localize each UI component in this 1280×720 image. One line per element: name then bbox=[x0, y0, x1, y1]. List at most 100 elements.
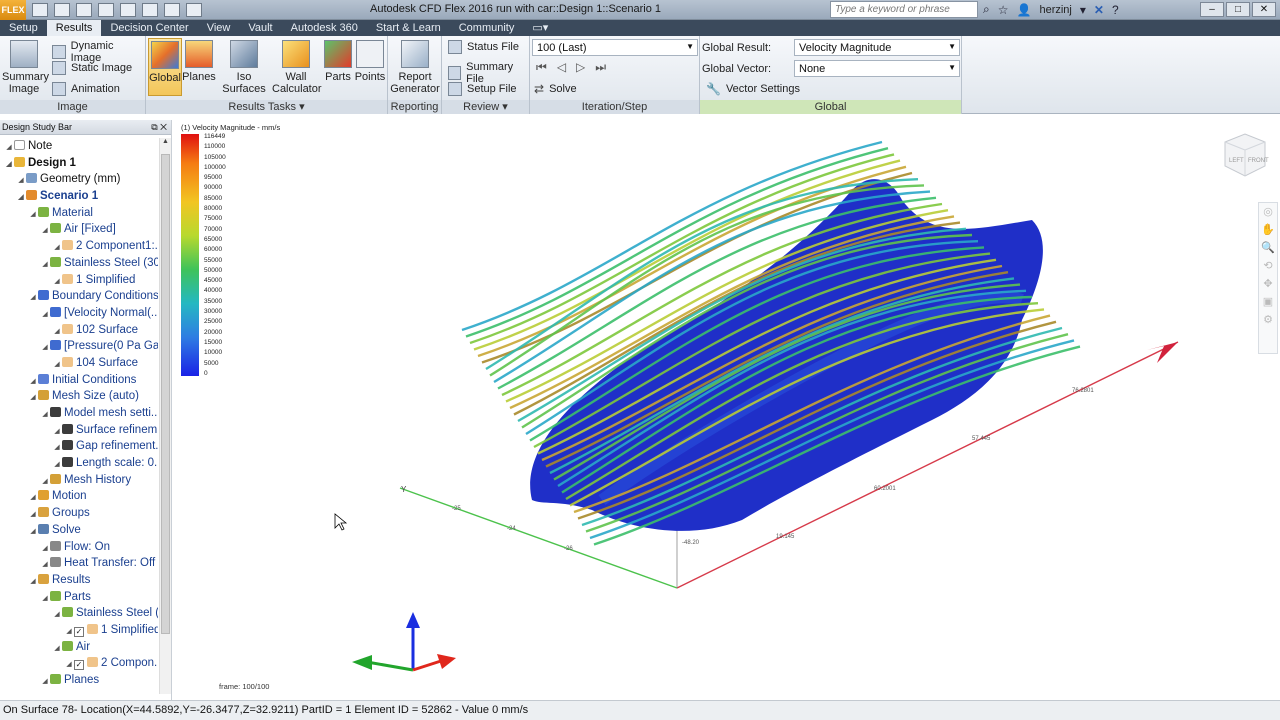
global-result-select[interactable]: Velocity Magnitude ▼ bbox=[794, 39, 960, 56]
settings-icon[interactable] bbox=[186, 3, 202, 17]
tab-results[interactable]: Results bbox=[46, 20, 102, 36]
star-icon[interactable]: ☆ bbox=[998, 3, 1009, 17]
pin-icon[interactable]: ⧉ bbox=[151, 122, 157, 132]
maximize-icon[interactable]: □ bbox=[1226, 2, 1250, 17]
save-icon[interactable] bbox=[76, 3, 92, 17]
tab-view[interactable]: View bbox=[198, 20, 240, 36]
tree-node[interactable]: ◢ Surface refinem... bbox=[0, 422, 158, 439]
scroll-thumb[interactable] bbox=[161, 154, 170, 634]
tree-node[interactable]: ◢ Heat Transfer: Off bbox=[0, 555, 158, 572]
tree-node[interactable]: ◢ Scenario 1 bbox=[0, 188, 158, 205]
save-as-icon[interactable] bbox=[98, 3, 114, 17]
tree-node[interactable]: ◢ Flow: On bbox=[0, 539, 158, 556]
iteration-step-select[interactable]: 100 (Last) ▼ bbox=[532, 39, 698, 56]
save-view-icon[interactable]: ▣ bbox=[1259, 293, 1277, 311]
look-icon[interactable]: ✥ bbox=[1259, 275, 1277, 293]
previous-step-icon[interactable]: ◁ bbox=[557, 60, 566, 75]
tree-node[interactable]: ◢ Motion bbox=[0, 488, 158, 505]
tree-node[interactable]: ◢ 102 Surface bbox=[0, 322, 158, 339]
status-file-button[interactable]: Status File bbox=[448, 40, 519, 54]
tree-node[interactable]: ◢ Air [Fixed] bbox=[0, 221, 158, 238]
tree-node[interactable]: ◢ Results bbox=[0, 572, 158, 589]
tree-node[interactable]: ◢ Initial Conditions bbox=[0, 372, 158, 389]
render-icon[interactable] bbox=[164, 3, 180, 17]
tree-node[interactable]: ◢Stainless Steel (... bbox=[0, 605, 158, 622]
close-icon[interactable]: ✕ bbox=[160, 122, 167, 132]
visibility-checkbox[interactable]: ✓ bbox=[74, 660, 84, 671]
tree-node[interactable]: ◢ 2 Component1:... bbox=[0, 238, 158, 255]
tree-node[interactable]: ◢ Boundary Conditions bbox=[0, 288, 158, 305]
tree-node[interactable]: ◢[Pressure(0 Pa Ga... bbox=[0, 338, 158, 355]
vector-settings-button[interactable]: 🔧 Vector Settings bbox=[706, 82, 800, 96]
tree-node[interactable]: ◢ Mesh Size (auto) bbox=[0, 388, 158, 405]
tree-node[interactable]: ◢ Model mesh setti... bbox=[0, 405, 158, 422]
tree-node[interactable]: ◢ Solve bbox=[0, 522, 158, 539]
panel-results-tasks-label[interactable]: Results Tasks ▾ bbox=[146, 100, 387, 114]
exchange-icon[interactable]: ✕ bbox=[1094, 3, 1104, 17]
scroll-up-icon[interactable]: ▲ bbox=[160, 138, 171, 150]
next-step-icon[interactable]: ▷ bbox=[576, 60, 585, 75]
application-menu-button[interactable]: FLEX bbox=[0, 0, 26, 20]
tree-node[interactable]: ◢ Planes bbox=[0, 672, 158, 689]
tree-node[interactable]: ◢ Design 1 bbox=[0, 155, 158, 172]
minimize-icon[interactable]: – bbox=[1200, 2, 1224, 17]
parts-button[interactable]: Parts bbox=[322, 38, 354, 83]
setup-file-button[interactable]: Setup File bbox=[448, 82, 517, 96]
tree-node[interactable]: ◢ Mesh History bbox=[0, 472, 158, 489]
visibility-checkbox[interactable]: ✓ bbox=[74, 626, 84, 637]
tab-community[interactable]: Community bbox=[450, 20, 524, 36]
summary-image-button[interactable]: Summary Image bbox=[2, 38, 49, 95]
user-name[interactable]: herzinj bbox=[1039, 4, 1071, 16]
viewcube[interactable]: LEFT FRONT bbox=[1220, 130, 1270, 180]
iso-surfaces-button[interactable]: Iso Surfaces bbox=[216, 38, 272, 95]
graphics-viewport[interactable]: (1) Velocity Magnitude - mm/s 116449 1100… bbox=[172, 120, 1280, 700]
close-icon[interactable]: ✕ bbox=[1252, 2, 1276, 17]
planes-button[interactable]: Planes bbox=[182, 38, 216, 83]
user-icon[interactable]: 👤 bbox=[1017, 3, 1032, 17]
points-button[interactable]: Points bbox=[354, 38, 386, 83]
tree-node[interactable]: ◢ Geometry (mm) bbox=[0, 171, 158, 188]
static-image-button[interactable]: Static Image bbox=[52, 61, 132, 75]
ribbon-toggle-icon[interactable]: ▭▾ bbox=[523, 20, 557, 36]
tree-node[interactable]: ◢ Parts bbox=[0, 589, 158, 606]
tree-node[interactable]: ◢ Material bbox=[0, 205, 158, 222]
tab-start-learn[interactable]: Start & Learn bbox=[367, 20, 450, 36]
tree-node[interactable]: ◢ Air bbox=[0, 639, 158, 656]
report-generator-button[interactable]: Report Generator bbox=[390, 38, 440, 95]
animation-button[interactable]: Animation bbox=[52, 82, 120, 96]
tab-setup[interactable]: Setup bbox=[0, 20, 47, 36]
help-search-input[interactable]: Type a keyword or phrase bbox=[830, 1, 978, 18]
solve-button[interactable]: ⇄ Solve bbox=[534, 82, 577, 96]
global-button[interactable]: Global bbox=[148, 38, 182, 96]
settings-icon[interactable]: ⚙ bbox=[1259, 311, 1277, 329]
pan-icon[interactable]: ✋ bbox=[1259, 221, 1277, 239]
tree-node[interactable]: ◢Stainless Steel (30... bbox=[0, 255, 158, 272]
chevron-down-icon[interactable]: ▾ bbox=[1080, 3, 1086, 17]
tree-node[interactable]: ◢ 1 Simplified bbox=[0, 272, 158, 289]
tree-node[interactable]: ◢ Gap refinement... bbox=[0, 438, 158, 455]
design-tree-scrollbar[interactable]: ▲ bbox=[159, 138, 171, 694]
tree-node[interactable]: ◢ Length scale: 0.... bbox=[0, 455, 158, 472]
tab-decision-center[interactable]: Decision Center bbox=[101, 20, 197, 36]
tree-node[interactable]: ◢ Groups bbox=[0, 505, 158, 522]
new-icon[interactable] bbox=[32, 3, 48, 17]
expand-toggle-icon[interactable]: ◢ bbox=[40, 674, 50, 691]
tab-autodesk-360[interactable]: Autodesk 360 bbox=[282, 20, 367, 36]
zoom-icon[interactable]: 🔍 bbox=[1259, 239, 1277, 257]
help-icon[interactable]: ? bbox=[1112, 3, 1119, 17]
orbit-icon[interactable]: ⟲ bbox=[1259, 257, 1277, 275]
first-step-icon[interactable]: ⏮ bbox=[536, 60, 547, 75]
global-vector-select[interactable]: None ▼ bbox=[794, 60, 960, 77]
tree-node[interactable]: ◢ [Velocity Normal(... bbox=[0, 305, 158, 322]
tree-node[interactable]: ◢ 104 Surface bbox=[0, 355, 158, 372]
undo-icon[interactable] bbox=[120, 3, 136, 17]
steering-wheel-icon[interactable]: ◎ bbox=[1259, 203, 1277, 221]
panel-review-label[interactable]: Review ▾ bbox=[442, 100, 529, 114]
open-icon[interactable] bbox=[54, 3, 70, 17]
tab-vault[interactable]: Vault bbox=[239, 20, 281, 36]
tree-node[interactable]: ◢ ✓ 2 Compon... bbox=[0, 655, 158, 672]
tree-node[interactable]: ◢ Note bbox=[0, 138, 158, 155]
last-step-icon[interactable]: ⏭ bbox=[595, 60, 606, 75]
tree-node[interactable]: ◢ ✓ 1 Simplified bbox=[0, 622, 158, 639]
wall-calculator-button[interactable]: Wall Calculator bbox=[272, 38, 322, 95]
